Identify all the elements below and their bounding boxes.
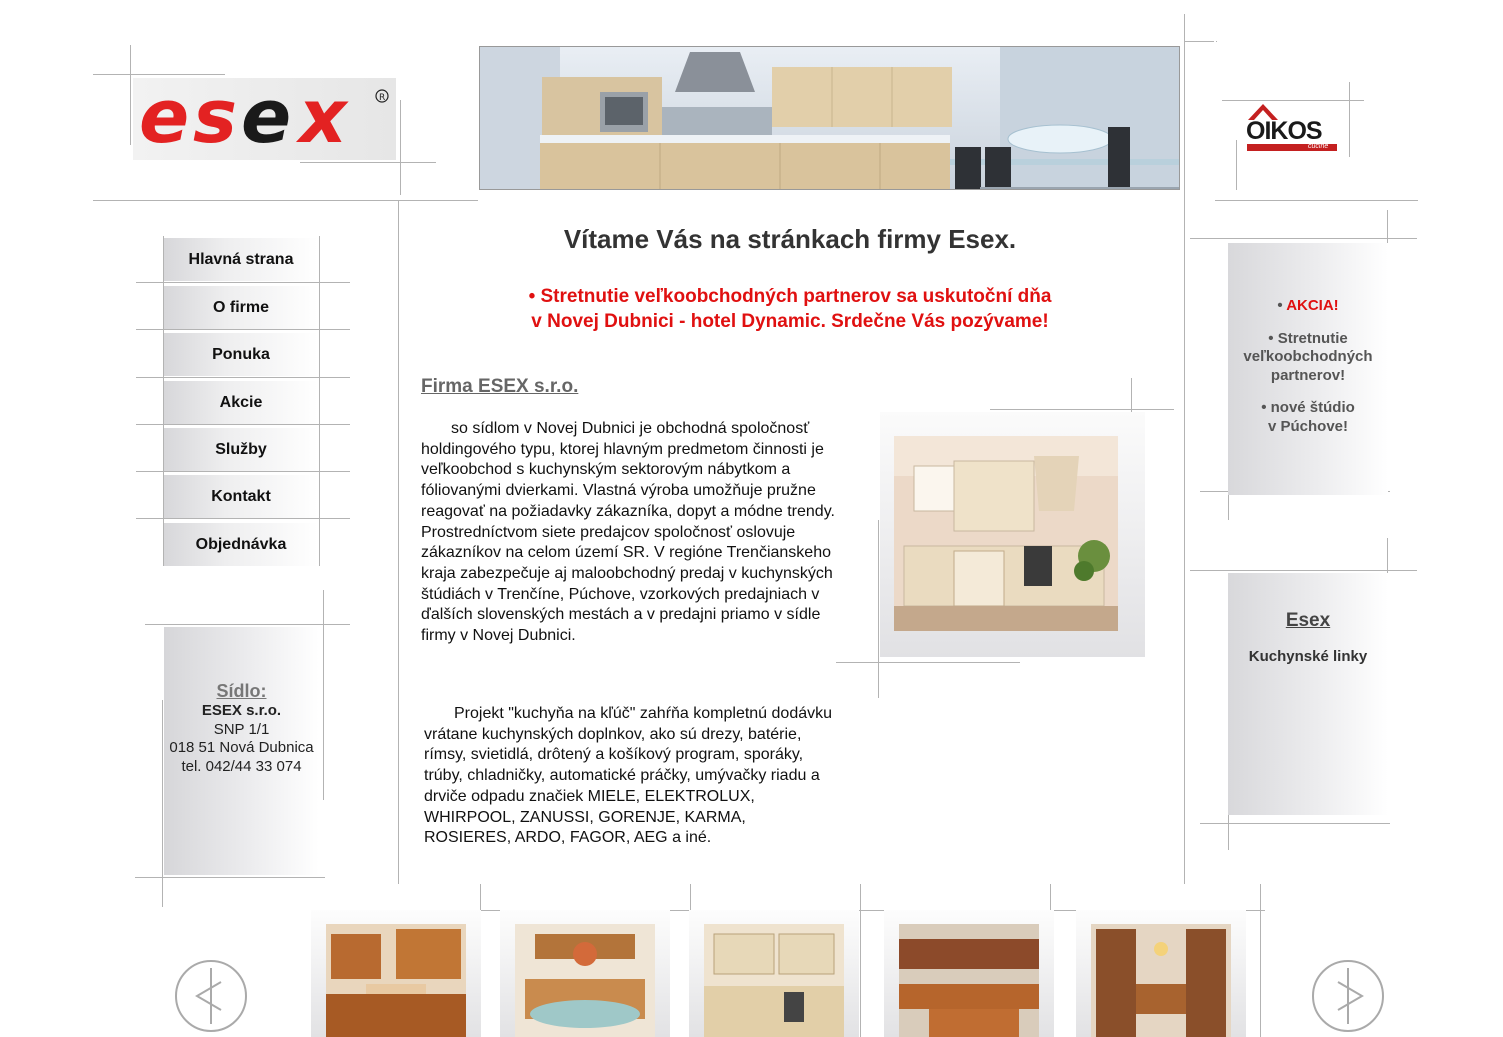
thumbnail-frame [311,910,481,1037]
oikos-logo[interactable]: OIKOS cucine [1244,100,1340,154]
nav-item-label: Kontakt [211,487,271,505]
thumbnail-frame [500,910,670,1037]
akcia-box[interactable]: • AKCIA! • Stretnutie veľkoobchodných pa… [1228,243,1388,495]
announcement: • Stretnutie veľkoobchodných partnerov s… [420,284,1160,334]
thumbnail-frame [884,910,1054,1037]
nav-item-akcie[interactable]: Akcie [164,381,318,424]
oikos-logo-text: OIKOS [1246,117,1323,145]
company-title: Firma ESEX s.r.o. [421,376,579,397]
akcia-item-1-line-1: • Stretnutie [1268,329,1348,347]
nav-item-sluzby[interactable]: Služby [164,428,318,471]
oikos-logo-sub: cucine [1308,143,1329,150]
nav-item-label: Ponuka [212,345,270,363]
kitchen-thumbnail-4[interactable] [899,924,1039,1037]
announcement-line-2: v Novej Dubnici - hotel Dynamic. Srdečne… [531,311,1049,332]
akcia-item-2-line-2: v Púchove! [1267,417,1349,435]
akcia-item-2-line-1: • nové štúdio [1261,399,1355,416]
esex-box[interactable]: Esex Kuchynské linky [1228,573,1388,815]
kitchen-thumbnail-1[interactable] [326,924,466,1037]
akcia-item-2: • nové štúdio v Púchove! [1228,399,1388,436]
address-company: ESEX s.r.o. [201,702,282,719]
akcia-item-1: • Stretnutie veľkoobchodných partnerov! [1228,330,1388,386]
akcia-bullet: • [1277,297,1287,314]
header-kitchen-photo [479,46,1180,190]
nav-item-label: O firme [212,298,269,316]
thumbnail-frame [689,910,859,1037]
logo-letter-s: s [193,78,237,160]
esex-logo[interactable]: e s e x R esex [133,78,396,160]
akcia-item-1-line-3: partnerov! [1270,366,1346,384]
nav-item-label: Objednávka [195,535,287,553]
logo-letter-e: e [139,78,189,160]
nav-item-objednavka[interactable]: Objednávka [164,523,318,566]
kitchen-thumbnail-3[interactable] [704,924,844,1037]
akcia-title: AKCIA! [1286,297,1339,314]
akcia-heading: • AKCIA! [1228,297,1388,316]
logo-letter-e2: e [241,78,291,160]
address-city: 018 51 Nová Dubnica [169,739,314,756]
nav-item-label: Služby [215,440,267,458]
company-description: so sídlom v Novej Dubnici je obchodná sp… [421,420,835,645]
page-title: Vítame Vás na stránkach firmy Esex. [563,224,1017,254]
address-box: Sídlo: ESEX s.r.o. SNP 1/1 018 51 Nová D… [164,627,319,875]
nav-item-hlavna-strana[interactable]: Hlavná strana [164,238,318,281]
announcement-line-1: • Stretnutie veľkoobchodných partnerov s… [528,286,1052,307]
thumbnail-frame [1076,910,1246,1037]
esex-logo-graphic: e s e x R [139,78,389,160]
address-phone: tel. 042/44 33 074 [181,757,302,775]
address-title: Sídlo: [216,681,267,701]
project-description: Projekt "kuchyňa na kľúč" zahŕňa komplet… [424,705,833,847]
nav-item-label: Hlavná strana [188,250,294,268]
nav-item-o-firme[interactable]: O firme [164,286,318,329]
featured-kitchen-photo[interactable] [894,436,1118,631]
nav-item-ponuka[interactable]: Ponuka [164,333,318,376]
svg-text:R: R [379,93,385,103]
nav-item-kontakt[interactable]: Kontakt [164,475,318,518]
logo-letter-x: x [295,78,349,160]
address-street: SNP 1/1 [213,720,270,738]
previous-arrow-icon[interactable] [175,960,247,1032]
esex-box-title: Esex [1285,610,1331,631]
akcia-item-1-line-2: veľkoobchodných [1243,348,1373,365]
kitchen-thumbnail-2[interactable] [515,924,655,1037]
kitchen-thumbnail-5[interactable] [1091,924,1231,1037]
featured-kitchen-photo-frame [880,412,1145,657]
next-arrow-icon[interactable] [1312,960,1384,1032]
nav-item-label: Akcie [219,393,263,411]
esex-box-subtitle: Kuchynské linky [1248,648,1368,665]
